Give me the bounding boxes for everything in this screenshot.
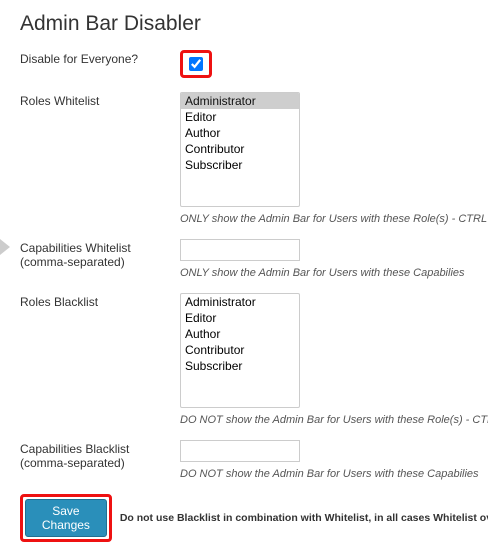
label-caps-whitelist: Capabilities Whitelist (comma-separated) (20, 239, 180, 269)
help-roles-blacklist: DO NOT show the Admin Bar for Users with… (180, 414, 488, 426)
option-author[interactable]: Author (181, 326, 299, 342)
option-author[interactable]: Author (181, 125, 299, 141)
label-roles-blacklist: Roles Blacklist (20, 293, 180, 309)
field-roles-whitelist: AdministratorEditorAuthorContributorSubs… (180, 92, 488, 225)
row-caps-blacklist: Capabilities Blacklist (comma-separated)… (20, 440, 488, 480)
roles-blacklist-select[interactable]: AdministratorEditorAuthorContributorSubs… (180, 293, 300, 408)
help-caps-blacklist: DO NOT show the Admin Bar for Users with… (180, 468, 488, 480)
highlight-disable-checkbox (180, 50, 212, 78)
label-roles-whitelist: Roles Whitelist (20, 92, 180, 108)
option-administrator[interactable]: Administrator (181, 294, 299, 310)
row-roles-whitelist: Roles Whitelist AdministratorEditorAutho… (20, 92, 488, 225)
caps-blacklist-input[interactable] (180, 440, 300, 462)
caps-whitelist-input[interactable] (180, 239, 300, 261)
field-roles-blacklist: AdministratorEditorAuthorContributorSubs… (180, 293, 488, 426)
option-editor[interactable]: Editor (181, 109, 299, 125)
roles-whitelist-select[interactable]: AdministratorEditorAuthorContributorSubs… (180, 92, 300, 207)
page-title: Admin Bar Disabler (20, 12, 488, 36)
arrow-icon (0, 239, 10, 255)
option-administrator[interactable]: Administrator (181, 93, 299, 109)
label-caps-blacklist: Capabilities Blacklist (comma-separated) (20, 440, 180, 470)
field-disable-everyone (180, 50, 488, 78)
option-contributor[interactable]: Contributor (181, 141, 299, 157)
option-editor[interactable]: Editor (181, 310, 299, 326)
option-subscriber[interactable]: Subscriber (181, 358, 299, 374)
option-contributor[interactable]: Contributor (181, 342, 299, 358)
row-caps-whitelist: Capabilities Whitelist (comma-separated)… (20, 239, 488, 279)
disable-everyone-checkbox[interactable] (189, 57, 203, 71)
row-roles-blacklist: Roles Blacklist AdministratorEditorAutho… (20, 293, 488, 426)
label-disable-everyone: Disable for Everyone? (20, 50, 180, 66)
submit-row: Save Changes Do not use Blacklist in com… (20, 494, 488, 542)
row-disable-everyone: Disable for Everyone? (20, 50, 488, 78)
field-caps-blacklist: DO NOT show the Admin Bar for Users with… (180, 440, 488, 480)
highlight-save-button: Save Changes (20, 494, 112, 542)
submit-note: Do not use Blacklist in combination with… (120, 512, 488, 524)
option-subscriber[interactable]: Subscriber (181, 157, 299, 173)
save-changes-button[interactable]: Save Changes (25, 499, 107, 537)
help-caps-whitelist: ONLY show the Admin Bar for Users with t… (180, 267, 488, 279)
help-roles-whitelist: ONLY show the Admin Bar for Users with t… (180, 213, 488, 225)
field-caps-whitelist: ONLY show the Admin Bar for Users with t… (180, 239, 488, 279)
